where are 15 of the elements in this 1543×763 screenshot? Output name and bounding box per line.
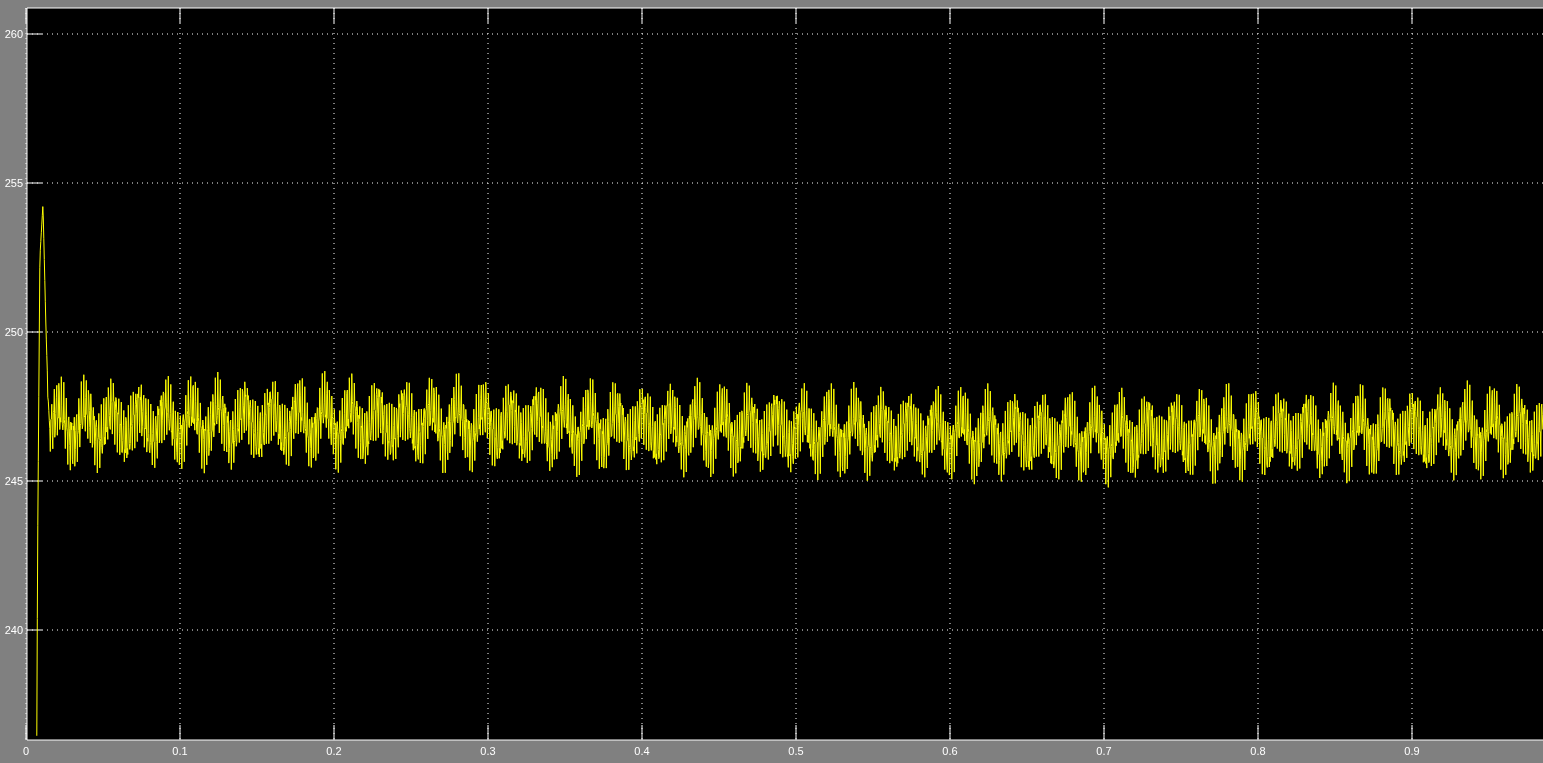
x-tick-label: 0.1	[172, 745, 188, 757]
x-tick-label: 0.8	[1250, 745, 1266, 757]
x-tick-label: 0	[22, 745, 30, 757]
x-tick-label: 0.9	[1404, 745, 1420, 757]
x-tick-label: 0.5	[788, 745, 804, 757]
x-tick-label: 0.2	[326, 745, 342, 757]
x-tick-label: 0.7	[1096, 745, 1112, 757]
y-tick-label: 255	[4, 177, 23, 189]
x-tick-label: 0.4	[634, 745, 650, 757]
y-tick-label: 240	[4, 624, 23, 636]
y-tick-label: 260	[4, 28, 23, 40]
x-tick-label: 0.6	[942, 745, 958, 757]
y-tick-label: 245	[4, 475, 23, 487]
y-tick-label: 250	[4, 326, 23, 338]
x-tick-label: 0.3	[480, 745, 496, 757]
